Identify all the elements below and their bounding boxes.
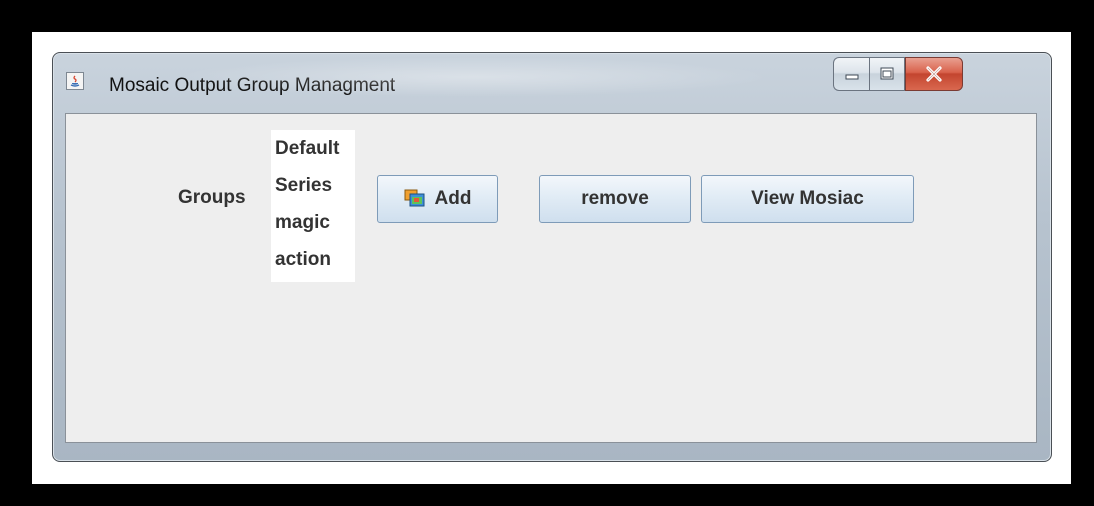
list-item[interactable]: Default <box>275 130 355 167</box>
list-item[interactable]: Series <box>275 167 355 204</box>
maximize-icon <box>880 67 894 80</box>
close-button[interactable] <box>905 57 963 91</box>
minimize-button[interactable] <box>833 57 869 91</box>
content-panel: Groups Default Series magic action Add r… <box>65 113 1037 443</box>
java-app-icon[interactable] <box>66 72 84 90</box>
groups-label: Groups <box>178 187 246 208</box>
view-mosaic-button[interactable]: View Mosiac <box>701 175 914 223</box>
add-button[interactable]: Add <box>377 175 498 223</box>
add-button-label: Add <box>434 188 472 209</box>
window-controls <box>833 57 963 91</box>
maximize-button[interactable] <box>869 57 905 91</box>
list-item[interactable]: magic <box>275 204 355 241</box>
groups-list[interactable]: Default Series magic action <box>271 130 355 282</box>
minimize-icon <box>845 74 858 80</box>
remove-button[interactable]: remove <box>539 175 691 223</box>
application-window: Mosaic Output Group Managment Groups Def… <box>52 52 1052 462</box>
close-icon <box>926 66 942 82</box>
window-title: Mosaic Output Group Managment <box>109 75 396 96</box>
list-item[interactable]: action <box>275 241 355 278</box>
mosaic-add-icon <box>404 189 426 209</box>
